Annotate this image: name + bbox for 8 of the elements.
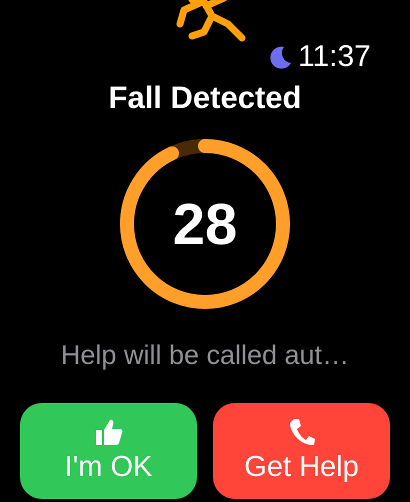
ok-button[interactable]: I'm OK xyxy=(20,403,197,499)
thumbs-up-icon xyxy=(94,417,124,447)
get-help-button[interactable]: Get Help xyxy=(213,403,390,499)
countdown-number: 28 xyxy=(172,190,238,258)
status-time: 11:37 xyxy=(298,40,371,74)
help-message: Help will be called aut… xyxy=(60,340,350,371)
alert-title: Fall Detected xyxy=(108,80,302,116)
phone-icon xyxy=(288,417,316,447)
